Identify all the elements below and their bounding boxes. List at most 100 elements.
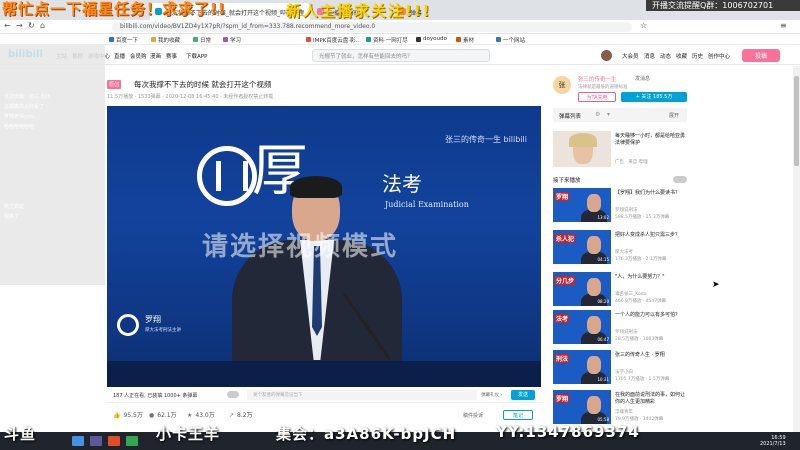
bookmark-item[interactable]: IMPK百度云盘·影… <box>305 36 361 44</box>
nav-item[interactable]: 直播 <box>114 52 125 60</box>
page-scrollbar[interactable] <box>793 66 800 432</box>
danmaku-list-expand[interactable]: 展开 <box>669 112 679 119</box>
chat-line: 前方高能 <box>4 204 25 210</box>
recommendation-item[interactable]: 分几步 08:20 "人，为什么要努力？" 毒舌张三_Kodo 466.9万播放 … <box>553 272 687 306</box>
star-bookmark-icon[interactable]: ☆ <box>640 21 647 30</box>
bookmark-item[interactable]: 资料·一网打尽 <box>365 36 408 44</box>
home-icon[interactable]: ⌂ <box>40 21 45 30</box>
header-nav-item[interactable]: 创作中心 <box>708 52 730 60</box>
rec-caption: 法考 <box>555 314 570 323</box>
rec-figure-face <box>587 396 601 414</box>
recommendation-item[interactable]: 罗翔 05:58 在我的面前说刑法的事，如何让你的人生更加精彩 浮躁青年 79.9… <box>553 390 687 424</box>
bookmark-icon <box>456 37 461 42</box>
rec-stats: 598.5万播放 · 15.3万弹幕 <box>615 215 670 220</box>
user-avatar[interactable] <box>601 50 612 61</box>
recommendation-item[interactable]: 杀人犯 04:15 把好人变成杀人犯只需三步？ 厚大法考 176.3万播放 · 2… <box>553 230 687 264</box>
header-nav-item[interactable]: 消息 <box>644 52 655 60</box>
danmaku-input[interactable]: 发个友善的弹幕见证当下 <box>247 390 477 400</box>
settings-icon[interactable]: ⚙ <box>595 111 600 118</box>
send-message-link[interactable]: 发消息 <box>635 75 650 82</box>
stream-bottom-name: 小卡王羊 <box>156 425 221 443</box>
favorite-button[interactable]: ★ 43.0万 <box>187 410 215 419</box>
autoplay-toggle[interactable] <box>673 176 687 183</box>
rec-title: 张三的传奇人生 · 罗翔 <box>615 352 665 358</box>
rec-title: 一个人的能力可以有多可怕？ <box>615 312 681 318</box>
follow-button[interactable]: + 关注 185.5万 <box>621 92 687 102</box>
coin-button[interactable]: ● 62.1万 <box>149 410 177 419</box>
rec-up: 罗翔说刑法 <box>615 330 638 335</box>
report-link[interactable]: 稿件投诉 <box>463 412 483 419</box>
nav-item[interactable]: 会员购 <box>130 52 147 60</box>
ad-title: 每天睡够一小时，都是给哈亚勇法律要保护 <box>615 133 686 146</box>
charge-button[interactable]: 为TA充电 <box>578 92 616 102</box>
autoplay-label: 接下来播放 <box>553 178 581 184</box>
nav-item-download[interactable]: 下载APP <box>186 52 207 60</box>
bookmark-label: 一个网站 <box>503 38 526 44</box>
recommendation-item[interactable]: 法考 06:47 一个人的能力可以有多可怕？ 罗翔说刑法 28.5万播放 · 10… <box>553 310 687 344</box>
url-field[interactable]: bilibili.com/video/BV1ZD4y1X7pR/?spm_id_… <box>112 22 632 32</box>
video-player[interactable]: 厚 法考 Judicial Examination 张三的传奇一生 bilibi… <box>107 106 541 387</box>
danmaku-list-header[interactable]: 弹幕列表 ⚙ ▾ 展开 <box>553 108 687 122</box>
rec-figure-face <box>587 356 601 374</box>
bookmarks-bar: 百度一下 我的收藏 日常 学习 IMPK百度云盘·影… 资料·一网打尽 doyo… <box>0 34 800 45</box>
bookmark-item[interactable]: 一个网站 <box>495 36 525 44</box>
rec-caption: 罗翔 <box>555 394 570 403</box>
danmaku-send-button[interactable]: 发送 <box>511 390 535 400</box>
danmaku-etiquette-link[interactable]: 弹幕礼仪 › <box>481 392 502 398</box>
bookmark-icon <box>366 37 371 42</box>
qq-group-banner: 开播交流提醒Q群：1006702701 <box>652 1 774 10</box>
bookmark-icon <box>496 37 501 42</box>
rec-caption: 罗翔 <box>555 192 570 201</box>
video-meta: 11.5万播放 · 1533弹幕 · 2020-12-08 16:45:40 ·… <box>107 94 274 100</box>
share-button[interactable]: ↗ 8.2万 <box>229 410 253 419</box>
stream-bottom-yy: YY:1347869374 <box>496 423 640 441</box>
up-name[interactable]: 张三的传奇一生 <box>578 75 617 83</box>
back-icon[interactable]: ← <box>4 21 11 30</box>
site-header: bilibili 主站 番剧 游戏中心 直播 会员购 漫画 赛事 下载APP 光… <box>0 45 800 65</box>
desk <box>107 361 541 387</box>
ad-card[interactable]: 每天睡够一小时，都是给哈亚勇法律要保护 广告 · 来自 哔哩 <box>553 131 687 167</box>
up-avatar[interactable]: 张 <box>553 76 571 94</box>
nav-item[interactable]: 赛事 <box>166 52 177 60</box>
forward-icon[interactable]: → <box>16 21 23 30</box>
taskbar-app-icon[interactable] <box>108 436 120 446</box>
note-button[interactable]: 笔记 <box>503 410 533 420</box>
rec-title: 在我的面前说刑法的事，如何让你的人生更加精彩 <box>615 392 686 405</box>
danmaku-toggle[interactable] <box>227 391 239 398</box>
viewer-count: 187 人正在看, 已装填 1000+ 条弹幕 <box>113 393 198 399</box>
header-nav-item[interactable]: 收藏 <box>676 52 687 60</box>
reload-icon[interactable]: ↻ <box>28 21 35 30</box>
up-description: 法律就是最低的道德标准 <box>578 85 628 90</box>
header-nav-item[interactable]: 历史 <box>692 52 703 60</box>
video-watermark: 张三的传奇一生 bilibili <box>444 135 527 144</box>
taskbar-app-icon[interactable] <box>126 436 138 446</box>
recommendation-item[interactable]: 罗翔 13:02 【罗翔】我们为什么要读书？ 罗翔说刑法 598.5万播放 · 1… <box>553 188 687 222</box>
screen: 每次我撑不下去的时候_就会打开这个视频_哔哩哔哩 主播直播间 弹幕 ← → ↻ … <box>0 0 800 450</box>
menu-icon[interactable]: ≡ <box>780 21 787 30</box>
taskbar-app-icon[interactable] <box>72 436 84 446</box>
search-input[interactable]: 光棍节了就业，怎样有些能回去的吗？ <box>312 49 490 62</box>
share-icon: ↗ <box>229 412 235 419</box>
bookmark-item[interactable]: 我的收藏 <box>150 36 180 44</box>
scrollbar-thumb[interactable] <box>794 76 799 166</box>
bookmark-label: 百度一下 <box>116 38 139 44</box>
coin-count: 62.1万 <box>157 412 177 419</box>
nav-item[interactable]: 漫画 <box>150 52 161 60</box>
bookmark-item[interactable]: 素材 <box>455 36 474 44</box>
header-nav-item[interactable]: 大会员 <box>622 52 639 60</box>
filter-icon[interactable]: ▾ <box>607 111 610 118</box>
like-button[interactable]: 👍 95.5万 <box>113 410 143 419</box>
bookmark-item[interactable]: 百度一下 <box>108 36 138 44</box>
taskbar-clock: 16:59 2021/7/13 <box>760 435 786 447</box>
original-badge: 原创 <box>107 80 122 89</box>
taskbar-app-icon[interactable] <box>90 436 102 446</box>
bookmark-item[interactable]: 日常 <box>192 36 211 44</box>
bookmark-item[interactable]: 学习 <box>222 36 241 44</box>
bookmark-item[interactable]: doyoudo <box>415 36 447 42</box>
stream-banner-right: 新人主播求关注!!! <box>286 2 432 20</box>
header-nav-item[interactable]: 动态 <box>660 52 671 60</box>
recommendation-item[interactable]: 刑法 10:31 张三的传奇人生 · 罗翔 法学小白 1705.7万播放 · 1.… <box>553 350 687 384</box>
upload-button[interactable]: 投稿 <box>742 49 780 62</box>
bookmark-icon <box>416 37 421 42</box>
rec-title: "人，为什么要努力？" <box>615 274 665 280</box>
